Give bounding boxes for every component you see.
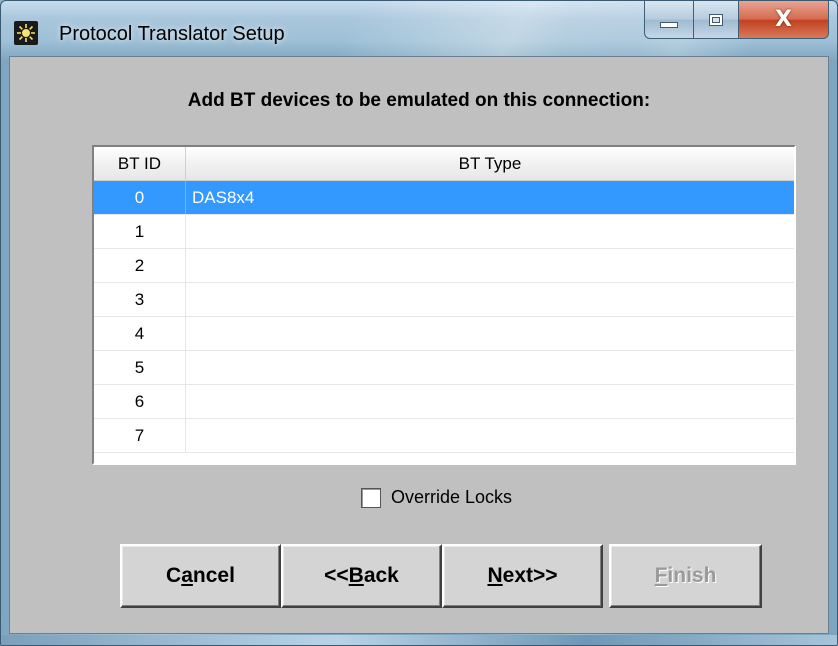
column-header-bt-id[interactable]: BT ID (94, 147, 186, 180)
bt-id-cell[interactable]: 1 (94, 215, 186, 248)
bt-type-cell[interactable] (186, 317, 794, 350)
bt-device-grid[interactable]: BT ID BT Type 0 DAS8x4 1 2 3 4 5 6 7 (92, 145, 796, 465)
table-row[interactable]: 2 (94, 249, 794, 283)
table-row[interactable]: 4 (94, 317, 794, 351)
bt-id-cell[interactable]: 0 (94, 181, 186, 214)
bt-id-cell[interactable]: 4 (94, 317, 186, 350)
bt-type-cell[interactable]: DAS8x4 (186, 181, 794, 214)
window-frame: Protocol Translator Setup X Add BT devic… (0, 0, 838, 646)
grid-header: BT ID BT Type (94, 147, 794, 181)
window-bottom-border (1, 635, 837, 645)
caption-buttons: X (644, 1, 829, 41)
override-locks-label[interactable]: Override Locks (391, 487, 512, 508)
override-locks-checkbox[interactable] (361, 487, 381, 508)
bt-type-cell[interactable] (186, 385, 794, 418)
minimize-button[interactable] (644, 1, 694, 39)
bt-id-cell[interactable]: 5 (94, 351, 186, 384)
dialog-heading: Add BT devices to be emulated on this co… (187, 90, 651, 111)
close-icon: X (775, 7, 792, 32)
next-button[interactable]: Next>> (442, 544, 603, 608)
cancel-button[interactable]: Ca ncel (120, 544, 281, 608)
minimize-icon (660, 21, 678, 28)
wizard-button-row: Ca ncel << Back Next>> Finish (120, 544, 762, 608)
bt-type-cell[interactable] (186, 351, 794, 384)
bt-type-cell[interactable] (186, 249, 794, 282)
bt-id-cell[interactable]: 3 (94, 283, 186, 316)
override-locks-option[interactable]: Override Locks (361, 487, 512, 508)
window-title: Protocol Translator Setup (59, 23, 285, 45)
column-header-bt-type[interactable]: BT Type (186, 147, 794, 180)
bt-type-cell[interactable] (186, 215, 794, 248)
back-button[interactable]: << Back (281, 544, 442, 608)
finish-button[interactable]: Finish (609, 544, 762, 608)
table-row[interactable]: 5 (94, 351, 794, 385)
bt-id-cell[interactable]: 6 (94, 385, 186, 418)
dialog-client-area: Add BT devices to be emulated on this co… (9, 56, 829, 634)
close-button[interactable]: X (739, 1, 829, 39)
bt-id-cell[interactable]: 2 (94, 249, 186, 282)
bt-type-cell[interactable] (186, 419, 794, 452)
sun-icon[interactable] (14, 21, 38, 45)
bt-type-cell[interactable] (186, 283, 794, 316)
maximize-button[interactable] (694, 1, 739, 39)
table-row[interactable]: 3 (94, 283, 794, 317)
table-row[interactable]: 7 (94, 419, 794, 453)
table-row[interactable]: 0 DAS8x4 (94, 181, 794, 215)
bt-id-cell[interactable]: 7 (94, 419, 186, 452)
table-row[interactable]: 6 (94, 385, 794, 419)
maximize-icon (709, 13, 723, 26)
table-row[interactable]: 1 (94, 215, 794, 249)
